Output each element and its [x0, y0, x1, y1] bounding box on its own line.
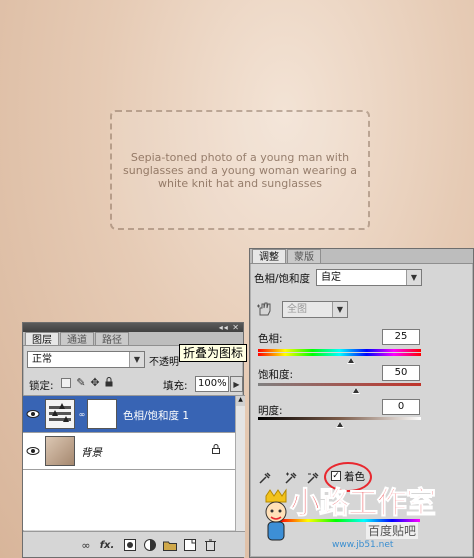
- background-thumbnail: [45, 436, 75, 466]
- collapse-tooltip: 折叠为图标: [179, 344, 248, 362]
- saturation-label: 饱和度:: [258, 369, 294, 381]
- lock-pixels-icon[interactable]: ✎: [75, 375, 87, 389]
- hand-target-icon[interactable]: [256, 301, 274, 317]
- saturation-slider-thumb[interactable]: [351, 387, 360, 394]
- fx-icon[interactable]: fx.: [99, 538, 115, 552]
- lock-all-icon[interactable]: [103, 375, 115, 389]
- hue-result-bar: [258, 353, 421, 356]
- tab-layers[interactable]: 图层: [25, 332, 59, 346]
- layer-mask-thumbnail[interactable]: [87, 399, 117, 429]
- hue-label: 色相:: [258, 333, 283, 345]
- chevron-down-icon: ▼: [129, 352, 144, 367]
- new-layer-icon[interactable]: [183, 538, 197, 552]
- photo-placeholder: Sepia-toned photo of a young man with su…: [110, 110, 370, 230]
- tab-adjustments[interactable]: 调整: [252, 249, 286, 263]
- folder-icon[interactable]: [163, 538, 177, 552]
- fill-label: 填充:: [163, 380, 188, 392]
- saturation-slider-track[interactable]: [258, 383, 421, 386]
- eyedropper-icon[interactable]: [258, 471, 272, 485]
- preset-label: 色相/饱和度: [254, 273, 311, 285]
- eyedropper-add-icon[interactable]: [284, 471, 298, 485]
- fill-arrow-icon[interactable]: ▶: [230, 376, 243, 392]
- channel-select[interactable]: 全图 ▼: [282, 301, 348, 318]
- colorize-checkbox[interactable]: ✓: [331, 471, 341, 481]
- layer-name[interactable]: 色相/饱和度 1: [123, 408, 189, 423]
- lightness-slider-thumb[interactable]: [335, 421, 344, 428]
- lightness-label: 明度:: [258, 405, 283, 417]
- adjustment-icon[interactable]: [143, 538, 157, 552]
- link-icon[interactable]: ∞: [79, 408, 86, 420]
- preset-select[interactable]: 自定 ▼: [316, 269, 422, 286]
- lock-transparent-icon[interactable]: [61, 378, 71, 388]
- hue-slider-track[interactable]: [258, 349, 421, 352]
- layer-name[interactable]: 背景: [81, 445, 102, 460]
- link-layers-icon[interactable]: ∞: [79, 538, 93, 552]
- adjustment-layer-icon: [45, 399, 75, 429]
- layers-panel: ◂◂ ✕ 图层 通道 路径 正常 ▼ 不透明 折叠为图标 锁定: ✎ ✥ 填充:…: [22, 322, 248, 558]
- eyedropper-subtract-icon[interactable]: [306, 471, 320, 485]
- fill-field[interactable]: 100%: [195, 376, 229, 392]
- layer-list-scrollbar[interactable]: ▲: [235, 396, 245, 531]
- adjustments-tabs: 调整 蒙版: [250, 249, 473, 264]
- lock-label: 锁定:: [29, 380, 54, 392]
- layer-row-background[interactable]: 背景: [23, 433, 235, 470]
- layers-panel-titlebar: ◂◂ ✕: [23, 323, 243, 332]
- chevron-down-icon: ▼: [332, 302, 347, 317]
- color-preview-bar: [280, 519, 420, 522]
- eye-icon[interactable]: [26, 445, 40, 457]
- layer-row-hue-saturation[interactable]: ∞ 色相/饱和度 1: [23, 396, 235, 433]
- layers-bottom-toolbar: ∞ fx.: [23, 531, 245, 557]
- layer-list: ∞ 色相/饱和度 1 背景 ▲: [23, 395, 245, 531]
- mask-icon[interactable]: [123, 538, 137, 552]
- tab-masks[interactable]: 蒙版: [287, 249, 321, 263]
- colorize-label: 着色: [344, 471, 365, 483]
- adjustments-panel: 调整 蒙版 色相/饱和度 自定 ▼ 全图 ▼ 色相: 25 饱和度: 50 明度…: [249, 248, 474, 558]
- opacity-label: 不透明: [149, 357, 179, 368]
- chevron-down-icon: ▼: [406, 270, 421, 285]
- lightness-slider-track[interactable]: [258, 417, 421, 420]
- collapse-icon[interactable]: ◂◂ ✕: [219, 323, 240, 332]
- hue-field[interactable]: 25: [382, 329, 420, 345]
- lock-icon: [211, 443, 221, 455]
- hue-slider-thumb[interactable]: [346, 357, 355, 364]
- lock-position-icon[interactable]: ✥: [89, 375, 101, 389]
- eye-icon[interactable]: [26, 408, 40, 420]
- blend-mode-select[interactable]: 正常 ▼: [27, 351, 145, 368]
- tab-paths[interactable]: 路径: [95, 332, 129, 346]
- trash-icon[interactable]: [203, 538, 217, 552]
- lightness-field[interactable]: 0: [382, 399, 420, 415]
- tab-channels[interactable]: 通道: [60, 332, 94, 346]
- scroll-up-icon[interactable]: ▲: [236, 396, 245, 406]
- saturation-field[interactable]: 50: [382, 365, 420, 381]
